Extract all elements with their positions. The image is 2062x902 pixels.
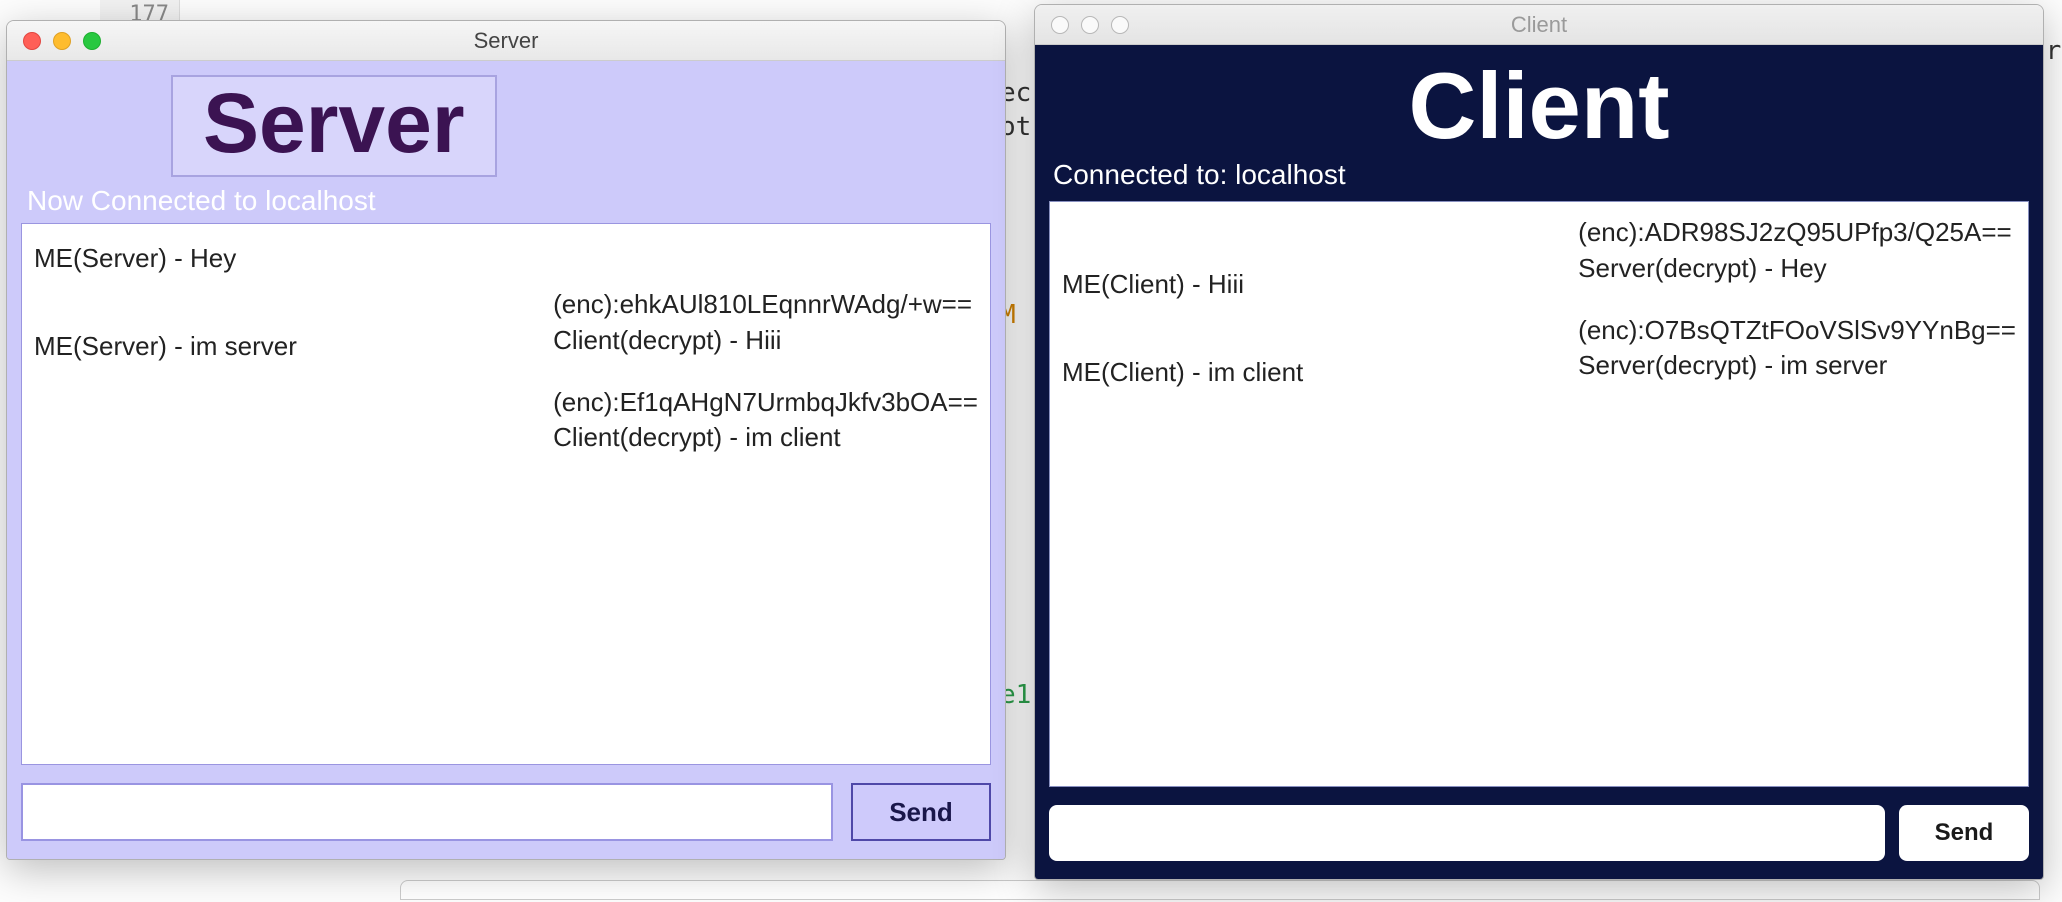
- chat-line: Client(decrypt) - Hiii: [553, 324, 978, 358]
- client-message-input[interactable]: [1049, 805, 1885, 861]
- chat-line: Client(decrypt) - im client: [553, 421, 978, 455]
- bg-panel: [400, 880, 2040, 900]
- client-chat-area: ME(Client) - Hiii ME(Client) - im client…: [1049, 201, 2029, 787]
- client-heading: Client: [1049, 59, 2029, 153]
- client-titlebar[interactable]: Client: [1035, 5, 2043, 45]
- client-send-button[interactable]: Send: [1899, 805, 2029, 861]
- chat-line: Server(decrypt) - im server: [1578, 349, 2016, 383]
- client-body: Client Connected to: localhost ME(Client…: [1035, 45, 2043, 879]
- server-status: Now Connected to localhost: [21, 185, 991, 217]
- client-status: Connected to: localhost: [1049, 159, 2029, 191]
- chat-line: ME(Client) - Hiii: [1062, 268, 1303, 302]
- server-titlebar[interactable]: Server: [7, 21, 1005, 61]
- server-message-input[interactable]: [21, 783, 833, 841]
- chat-line: Server(decrypt) - Hey: [1578, 252, 2016, 286]
- server-input-row: Send: [21, 783, 991, 841]
- server-window: Server Server Now Connected to localhost…: [6, 20, 1006, 860]
- minimize-icon[interactable]: [1081, 16, 1099, 34]
- zoom-icon[interactable]: [83, 32, 101, 50]
- server-window-title: Server: [7, 28, 1005, 54]
- server-send-button[interactable]: Send: [851, 783, 991, 841]
- traffic-lights: [7, 32, 101, 50]
- client-window: Client Client Connected to: localhost ME…: [1034, 4, 2044, 880]
- client-received-column: (enc):ADR98SJ2zQ95UPfp3/Q25A== Server(de…: [1578, 216, 2016, 385]
- traffic-lights: [1035, 16, 1129, 34]
- server-body: Server Now Connected to localhost ME(Ser…: [7, 61, 1005, 859]
- client-window-title: Client: [1035, 12, 2043, 38]
- server-heading: Server: [171, 75, 497, 177]
- chat-line: ME(Server) - im server: [34, 330, 297, 364]
- chat-line: (enc):Ef1qAHgN7UrmbqJkfv3bOA==: [553, 386, 978, 420]
- close-icon[interactable]: [1051, 16, 1069, 34]
- minimize-icon[interactable]: [53, 32, 71, 50]
- server-chat-area: ME(Server) - Hey ME(Server) - im server …: [21, 223, 991, 765]
- client-sent-column: ME(Client) - Hiii ME(Client) - im client: [1062, 216, 1303, 392]
- chat-line: (enc):O7BsQTZtFOoVSlSv9YYnBg==: [1578, 314, 2016, 348]
- zoom-icon[interactable]: [1111, 16, 1129, 34]
- chat-line: ME(Server) - Hey: [34, 242, 297, 276]
- close-icon[interactable]: [23, 32, 41, 50]
- chat-line: ME(Client) - im client: [1062, 356, 1303, 390]
- chat-line: (enc):ADR98SJ2zQ95UPfp3/Q25A==: [1578, 216, 2016, 250]
- chat-line: (enc):ehkAUl810LEqnnrWAdg/+w==: [553, 288, 978, 322]
- server-sent-column: ME(Server) - Hey ME(Server) - im server: [34, 242, 297, 366]
- client-input-row: Send: [1049, 805, 2029, 861]
- server-received-column: (enc):ehkAUl810LEqnnrWAdg/+w== Client(de…: [553, 288, 978, 457]
